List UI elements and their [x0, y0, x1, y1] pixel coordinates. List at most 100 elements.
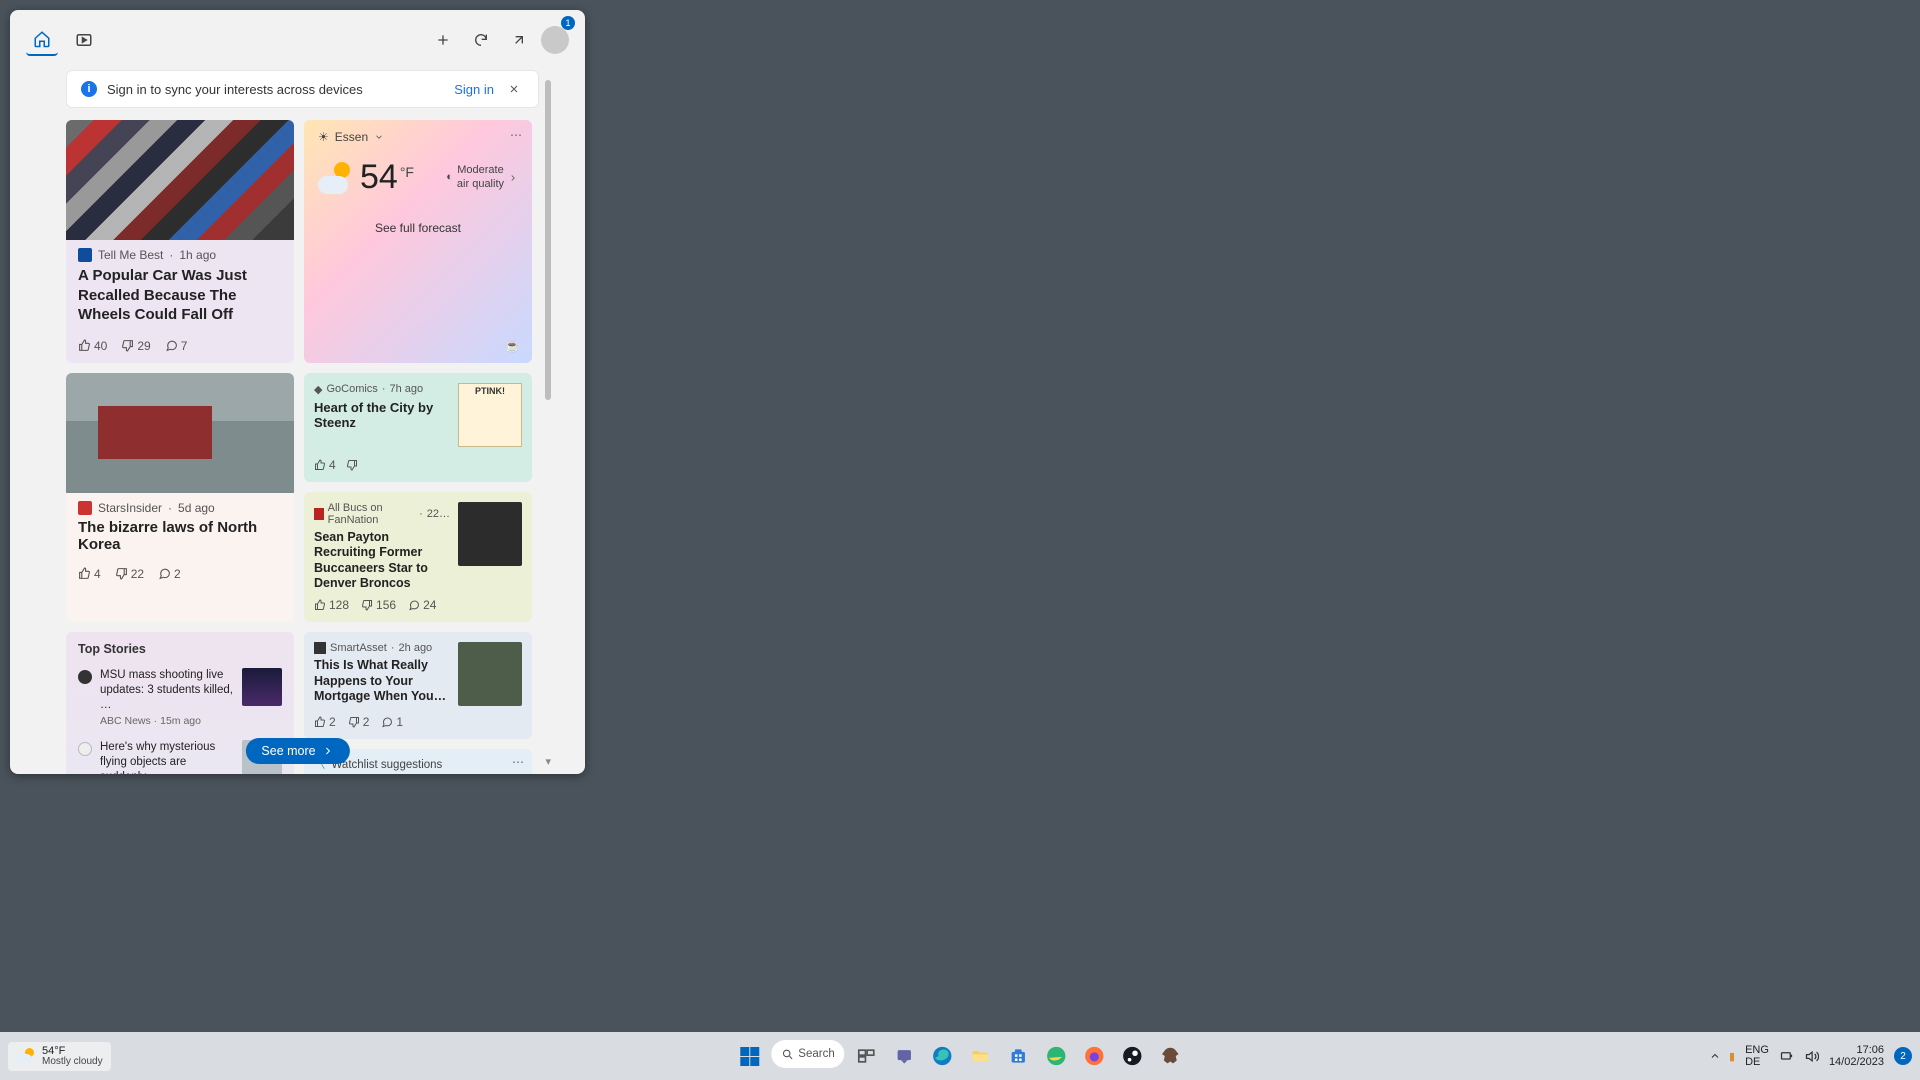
weather-unit: °F [400, 164, 414, 180]
source-logo-icon [78, 742, 92, 756]
search-icon [781, 1048, 794, 1061]
news-title: A Popular Car Was Just Recalled Because … [66, 262, 294, 333]
dislike-button[interactable]: 29 [121, 339, 150, 353]
like-button[interactable]: 2 [314, 715, 336, 729]
like-button[interactable]: 4 [78, 567, 101, 581]
network-icon[interactable] [1779, 1049, 1794, 1064]
news-card-car-recall[interactable]: Tell Me Best · 1h ago A Popular Car Was … [66, 120, 294, 363]
news-image [66, 120, 294, 240]
banner-text: Sign in to sync your interests across de… [107, 82, 363, 97]
tray-app-icon[interactable]: ▮ [1729, 1050, 1735, 1063]
microsoft-store-button[interactable] [1003, 1040, 1035, 1072]
news-title: Sean Payton Recruiting Former Buccaneers… [314, 530, 450, 593]
top-stories-heading: Top Stories [78, 642, 282, 656]
panel-scroll-area[interactable]: i Sign in to sync your interests across … [10, 70, 585, 774]
taskbar-weather-desc: Mostly cloudy [42, 1057, 103, 1067]
news-title: The bizarre laws of North Korea [66, 515, 294, 561]
news-card-north-korea[interactable]: StarsInsider· 5d ago The bizarre laws of… [66, 373, 294, 623]
source-logo-icon [78, 501, 92, 515]
banner-close-button[interactable] [504, 83, 524, 95]
source-logo-icon [314, 642, 326, 654]
video-tab[interactable] [68, 24, 100, 56]
forecast-arrow-icon[interactable] [508, 173, 518, 183]
profile-badge: 1 [561, 16, 575, 30]
comment-button[interactable]: 2 [158, 567, 181, 581]
like-button[interactable]: 4 [314, 458, 336, 472]
news-title: This Is What Really Happens to Your Mort… [314, 658, 450, 705]
refresh-button[interactable] [465, 24, 497, 56]
weather-icon-small: ☀ [318, 130, 329, 144]
dislike-button[interactable]: 22 [115, 567, 144, 581]
coffee-icon: ☕ [505, 339, 520, 353]
watchlist-menu-button[interactable]: ⋯ [512, 755, 524, 769]
comment-button[interactable]: 1 [381, 715, 403, 729]
news-age: 1h ago [179, 248, 216, 262]
windows-logo-icon [740, 1047, 759, 1066]
news-thumbnail [458, 642, 522, 706]
task-view-button[interactable] [851, 1040, 883, 1072]
news-card-comic[interactable]: ◆ GoComics· 7h ago Heart of the City by … [304, 373, 532, 482]
app-button[interactable] [1155, 1040, 1187, 1072]
widgets-panel: 1 i Sign in to sync your interests acros… [10, 10, 585, 774]
weather-condition-icon [318, 160, 354, 196]
news-thumbnail [458, 502, 522, 566]
volume-icon[interactable] [1804, 1049, 1819, 1064]
news-card-payton[interactable]: All Bucs on FanNation· 22… Sean Payton R… [304, 492, 532, 623]
steam-button[interactable] [1117, 1040, 1149, 1072]
news-source: Tell Me Best [98, 248, 163, 262]
weather-temp: 54 [360, 158, 398, 197]
like-button[interactable]: 40 [78, 339, 107, 353]
taskbar-search[interactable]: Search [771, 1040, 844, 1068]
firefox-button[interactable] [1079, 1040, 1111, 1072]
comic-thumbnail: PTINK! [458, 383, 522, 447]
watchlist-heading: Watchlist suggestions [332, 759, 443, 771]
expand-button[interactable] [503, 24, 535, 56]
weather-location: Essen [335, 130, 368, 144]
dislike-button[interactable] [346, 458, 358, 472]
air-quality-icon: ◐ [446, 171, 453, 184]
taskbar-clock[interactable]: 17:06 14/02/2023 [1829, 1044, 1884, 1068]
comment-button[interactable]: 24 [408, 598, 436, 612]
weather-icon [16, 1046, 36, 1066]
source-logo-icon: ◆ [314, 383, 322, 396]
news-image [66, 373, 294, 493]
chat-button[interactable] [889, 1040, 921, 1072]
scrollbar[interactable] [545, 80, 551, 400]
source-logo-icon [78, 248, 92, 262]
scroll-down-icon[interactable]: ▾ [545, 755, 551, 768]
weather-menu-button[interactable]: ⋯ [510, 128, 522, 142]
info-icon: i [81, 81, 97, 97]
air-quality-1: Moderate [457, 164, 503, 176]
dislike-button[interactable]: 156 [361, 598, 396, 612]
file-explorer-button[interactable] [965, 1040, 997, 1072]
air-quality-2: air quality [457, 178, 504, 190]
tray-overflow-button[interactable] [1709, 1050, 1721, 1062]
language-switcher[interactable]: ENG DE [1745, 1044, 1769, 1068]
top-story-item[interactable]: MSU mass shooting live updates: 3 studen… [78, 662, 282, 734]
signin-link[interactable]: Sign in [454, 82, 494, 97]
profile-avatar[interactable]: 1 [541, 26, 569, 54]
notification-center-button[interactable]: 2 [1894, 1047, 1912, 1065]
edge-canary-button[interactable] [1041, 1040, 1073, 1072]
taskbar-weather-temp: 54°F [42, 1046, 103, 1057]
like-button[interactable]: 128 [314, 598, 349, 612]
add-widget-button[interactable] [427, 24, 459, 56]
home-tab[interactable] [26, 24, 58, 56]
signin-banner: i Sign in to sync your interests across … [66, 70, 539, 108]
source-logo-icon [78, 670, 92, 684]
dislike-button[interactable]: 2 [348, 715, 370, 729]
news-title: Heart of the City by Steenz [314, 400, 450, 430]
taskbar: 54°F Mostly cloudy Search [0, 1032, 1920, 1080]
see-more-button[interactable]: See more [245, 738, 349, 764]
panel-header: 1 [10, 10, 585, 70]
location-dropdown-icon[interactable] [374, 132, 384, 142]
weather-card[interactable]: ☀ Essen ⋯ 54 °F ◐ Moderate air [304, 120, 532, 363]
news-card-mortgage[interactable]: SmartAsset· 2h ago This Is What Really H… [304, 632, 532, 739]
taskbar-weather-widget[interactable]: 54°F Mostly cloudy [8, 1042, 111, 1071]
comment-button[interactable]: 7 [165, 339, 188, 353]
see-full-forecast-link[interactable]: See full forecast [318, 221, 518, 235]
source-logo-icon [314, 508, 324, 520]
edge-browser-button[interactable] [927, 1040, 959, 1072]
story-thumbnail [242, 668, 282, 706]
start-button[interactable] [733, 1040, 765, 1072]
